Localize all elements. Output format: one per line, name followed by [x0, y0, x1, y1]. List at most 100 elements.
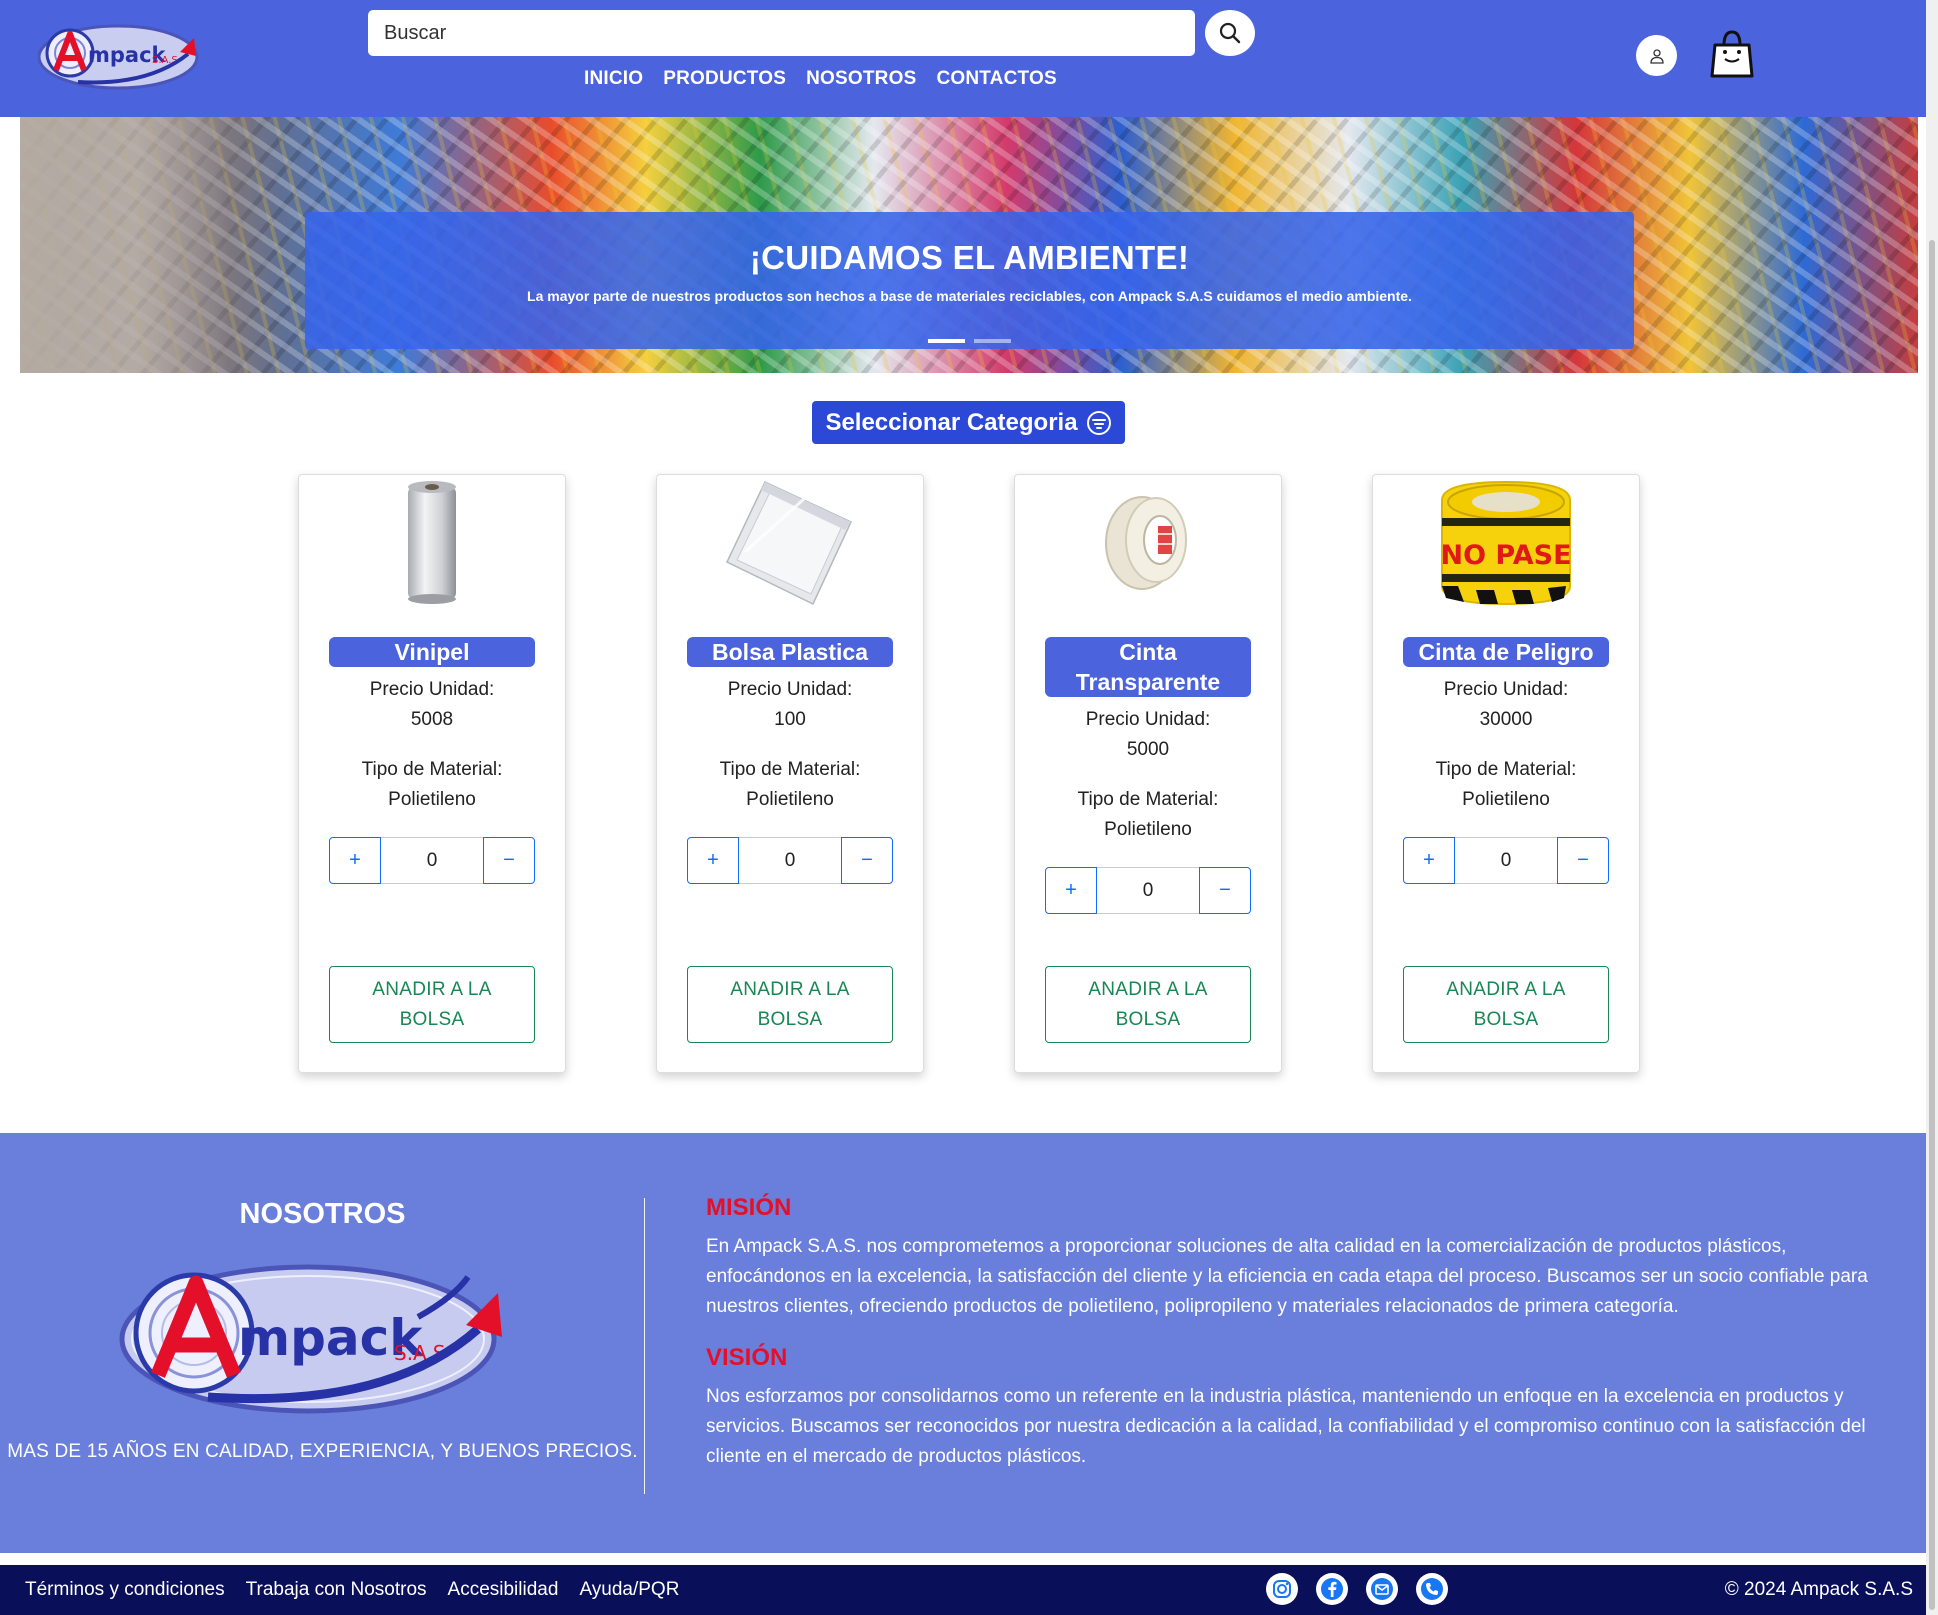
mision-text: En Ampack S.A.S. nos comprometemos a pro…: [706, 1236, 1868, 1317]
bottom-bar: Términos y condiciones Trabaja con Nosot…: [0, 1565, 1938, 1615]
quantity-input[interactable]: [1097, 867, 1199, 914]
tape-roll-image: [1105, 496, 1187, 590]
user-account-button[interactable]: [1636, 35, 1677, 76]
user-icon: [1649, 48, 1664, 64]
decrement-button[interactable]: −: [483, 837, 535, 884]
filter-icon: [1086, 410, 1111, 435]
material-label: Tipo de Material:: [1077, 789, 1219, 810]
select-category-label: Seleccionar Categoria: [825, 408, 1078, 436]
product-name: Cinta Transparente: [1045, 637, 1251, 697]
add-to-bag-button[interactable]: ANADIR A LA BOLSA: [1045, 966, 1251, 1043]
quantity-stepper: + −: [687, 837, 893, 884]
carousel-indicator-1[interactable]: [928, 339, 965, 343]
price-value: 5000: [1126, 739, 1170, 760]
instagram-icon[interactable]: [1266, 1573, 1298, 1605]
work-with-us-link[interactable]: Trabaja con Nosotros: [246, 1579, 427, 1601]
company-slogan: MAS DE 15 AÑOS EN CALIDAD, EXPERIENCIA, …: [7, 1441, 638, 1462]
material-label: Tipo de Material:: [719, 759, 861, 780]
phone-icon[interactable]: [1416, 1573, 1448, 1605]
hero-caption: ¡CUIDAMOS EL AMBIENTE! La mayor parte de…: [305, 212, 1634, 349]
search-icon: [1219, 22, 1241, 44]
increment-button[interactable]: +: [1403, 837, 1455, 884]
price-value: 30000: [1479, 709, 1533, 730]
quantity-stepper: + −: [329, 837, 535, 884]
material-value: Polietileno: [1462, 789, 1550, 810]
decrement-button[interactable]: −: [1199, 867, 1251, 914]
product-card: NO PASE Cinta de Peligro Precio Unidad: …: [1372, 474, 1640, 1073]
material-label: Tipo de Material:: [1435, 759, 1577, 780]
decrement-button[interactable]: −: [1557, 837, 1609, 884]
nav-inicio[interactable]: INICIO: [584, 68, 643, 98]
vision-text: Nos esforzamos por consolidarnos como un…: [706, 1386, 1866, 1467]
help-pqr-link[interactable]: Ayuda/PQR: [579, 1579, 679, 1601]
ampack-logo-large: mpack S.A.S: [119, 1264, 502, 1414]
product-image: [299, 477, 565, 609]
about-title: NOSOTROS: [239, 1198, 406, 1230]
mision-title: MISIÓN: [706, 1194, 792, 1221]
search-input[interactable]: [368, 10, 1195, 56]
product-image: [657, 477, 923, 609]
increment-button[interactable]: +: [687, 837, 739, 884]
hero-carousel[interactable]: ¡CUIDAMOS EL AMBIENTE! La mayor parte de…: [20, 117, 1918, 373]
section-divider: [644, 1198, 645, 1494]
quantity-stepper: + −: [1403, 837, 1609, 884]
accessibility-link[interactable]: Accesibilidad: [448, 1579, 559, 1601]
product-name: Cinta de Peligro: [1403, 637, 1609, 667]
add-to-bag-button[interactable]: ANADIR A LA BOLSA: [687, 966, 893, 1043]
material-label: Tipo de Material:: [361, 759, 503, 780]
price-label: Precio Unidad:: [727, 679, 853, 700]
price-label: Precio Unidad:: [369, 679, 495, 700]
carousel-indicator-2[interactable]: [974, 339, 1011, 343]
material-value: Polietileno: [746, 789, 834, 810]
price-value: 5008: [410, 709, 454, 730]
product-name: Vinipel: [329, 637, 535, 667]
price-label: Precio Unidad:: [1085, 709, 1211, 730]
decrement-button[interactable]: −: [841, 837, 893, 884]
increment-button[interactable]: +: [329, 837, 381, 884]
facebook-icon[interactable]: [1316, 1573, 1348, 1605]
product-name: Bolsa Plastica: [687, 637, 893, 667]
hero-title: ¡CUIDAMOS EL AMBIENTE!: [749, 239, 1190, 276]
about-section: NOSOTROS mpack S.A.S MAS DE 15 AÑOS EN C…: [0, 1133, 1938, 1553]
product-image: [1015, 477, 1281, 609]
material-value: Polietileno: [1104, 819, 1192, 840]
main-nav: INICIO PRODUCTOS NOSOTROS CONTACTOS: [584, 68, 1057, 98]
price-value: 100: [774, 709, 806, 730]
scrollbar-thumb[interactable]: [1929, 240, 1935, 1610]
mail-icon[interactable]: [1366, 1573, 1398, 1605]
product-image: NO PASE: [1373, 477, 1639, 609]
terms-link[interactable]: Términos y condiciones: [25, 1579, 225, 1601]
select-category-button[interactable]: Seleccionar Categoria: [812, 401, 1125, 444]
danger-tape-image: NO PASE: [1440, 480, 1572, 606]
price-label: Precio Unidad:: [1443, 679, 1569, 700]
vision-title: VISIÓN: [706, 1344, 788, 1371]
add-to-bag-button[interactable]: ANADIR A LA BOLSA: [329, 966, 535, 1043]
plastic-bag-image: [726, 481, 852, 606]
quantity-stepper: + −: [1045, 867, 1251, 914]
page-scrollbar[interactable]: [1926, 0, 1938, 1615]
carousel-indicators: [305, 339, 1634, 343]
social-links: [1266, 1573, 1448, 1605]
quantity-input[interactable]: [381, 837, 483, 884]
add-to-bag-button[interactable]: ANADIR A LA BOLSA: [1403, 966, 1609, 1043]
nav-productos[interactable]: PRODUCTOS: [663, 68, 786, 98]
product-card: Cinta Transparente Precio Unidad: 5000 T…: [1014, 474, 1282, 1073]
footer-links: Términos y condiciones Trabaja con Nosot…: [25, 1565, 679, 1615]
increment-button[interactable]: +: [1045, 867, 1097, 914]
product-card: Bolsa Plastica Precio Unidad: 100 Tipo d…: [656, 474, 924, 1073]
shopping-bag-icon[interactable]: [1710, 28, 1754, 78]
product-card: Vinipel Precio Unidad: 5008 Tipo de Mate…: [298, 474, 566, 1073]
hero-text: La mayor parte de nuestros productos son…: [527, 288, 1412, 304]
nav-contactos[interactable]: CONTACTOS: [936, 68, 1056, 98]
danger-tape-text: NO PASE: [1440, 540, 1571, 571]
hero-image-edge: [20, 117, 280, 373]
quantity-input[interactable]: [1455, 837, 1557, 884]
ampack-logo[interactable]: mpack S.A.S: [38, 24, 208, 90]
quantity-input[interactable]: [739, 837, 841, 884]
material-value: Polietileno: [388, 789, 476, 810]
nav-nosotros[interactable]: NOSOTROS: [806, 68, 916, 98]
search-button[interactable]: [1205, 10, 1255, 56]
site-header: mpack S.A.S INICIO PRODUCTOS NOSOTROS CO…: [0, 0, 1938, 117]
film-roll-image: [408, 481, 456, 604]
copyright: © 2024 Ampack S.A.S: [1724, 1579, 1913, 1600]
